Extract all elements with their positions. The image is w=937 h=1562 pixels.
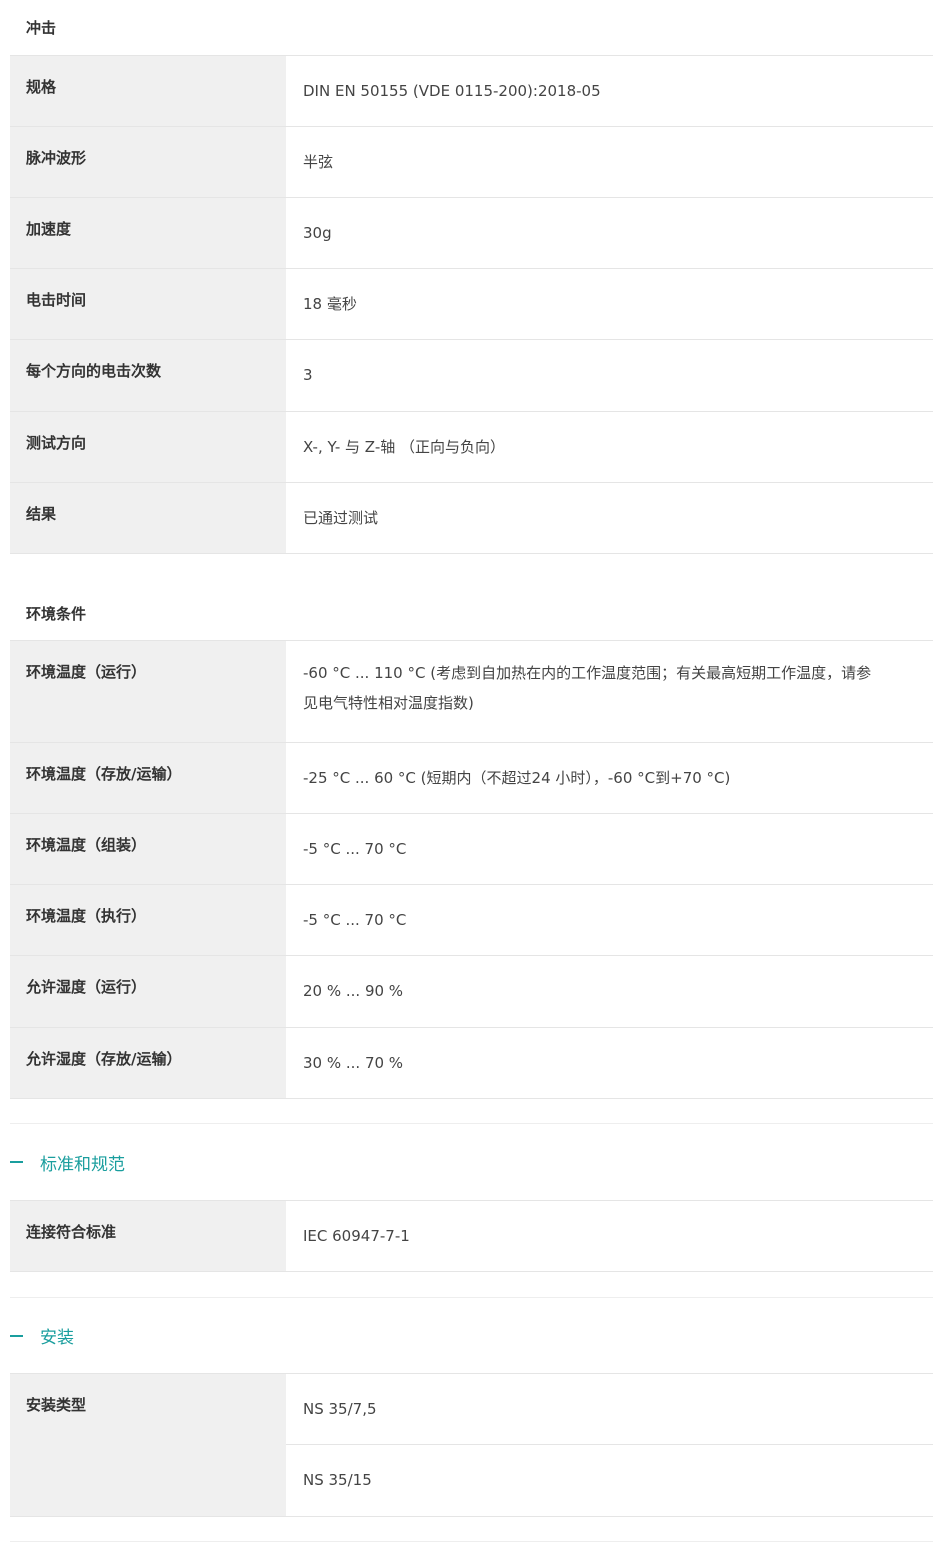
row-value: 20 % ... 90 % — [303, 982, 404, 1000]
shock-table: 规格 DIN EN 50155 (VDE 0115-200):2018-05 脉… — [10, 56, 933, 554]
table-row: 每个方向的电击次数 3 — [10, 340, 933, 412]
row-label: 允许湿度（运行） — [10, 956, 286, 1027]
row-label: 连接符合标准 — [10, 1201, 286, 1271]
environment-group-title: 环境条件 — [10, 586, 933, 641]
row-value: DIN EN 50155 (VDE 0115-200):2018-05 — [303, 82, 601, 100]
spec-page: 冲击 规格 DIN EN 50155 (VDE 0115-200):2018-0… — [0, 0, 937, 1542]
row-label: 允许湿度（存放/运输） — [10, 1028, 286, 1098]
row-label: 脉冲波形 — [10, 127, 286, 197]
table-row: 规格 DIN EN 50155 (VDE 0115-200):2018-05 — [10, 56, 933, 127]
table-row: 加速度 30g — [10, 198, 933, 269]
row-value: 已通过测试 — [303, 509, 379, 527]
row-value: -25 °C ... 60 °C (短期内（不超过24 小时），-60 °C到+… — [303, 769, 731, 787]
environment-table: 环境温度（运行） -60 °C ... 110 °C (考虑到自加热在内的工作温… — [10, 641, 933, 1099]
table-row: 环境温度（组装） -5 °C ... 70 °C — [10, 814, 933, 885]
divider — [10, 1517, 933, 1542]
table-row: 允许湿度（存放/运输） 30 % ... 70 % — [10, 1028, 933, 1099]
collapse-minus-icon[interactable] — [10, 1161, 23, 1163]
row-label: 环境温度（存放/运输） — [10, 743, 286, 813]
row-value: NS 35/7,5 — [286, 1374, 933, 1445]
row-value: 18 毫秒 — [303, 295, 357, 313]
row-label: 电击时间 — [10, 269, 286, 339]
row-label: 安装类型 — [10, 1374, 286, 1516]
standards-title[interactable]: 标准和规范 — [40, 1150, 125, 1175]
table-row: 环境温度（运行） -60 °C ... 110 °C (考虑到自加热在内的工作温… — [10, 641, 933, 743]
row-label: 测试方向 — [10, 412, 286, 482]
row-label: 环境温度（运行） — [10, 641, 286, 742]
table-row: 允许湿度（运行） 20 % ... 90 % — [10, 956, 933, 1028]
row-value: IEC 60947-7-1 — [303, 1227, 410, 1245]
table-row: 脉冲波形 半弦 — [10, 127, 933, 198]
table-row: 测试方向 X-, Y- 与 Z-轴 （正向与负向） — [10, 412, 933, 483]
row-value: 半弦 — [303, 153, 334, 171]
collapse-minus-icon[interactable] — [10, 1334, 23, 1337]
standards-table: 连接符合标准 IEC 60947-7-1 — [10, 1201, 933, 1272]
row-value: 30g — [303, 224, 332, 242]
row-value: 3 — [303, 366, 313, 384]
shock-group-title: 冲击 — [10, 0, 933, 56]
row-label: 每个方向的电击次数 — [10, 340, 286, 411]
row-values: NS 35/7,5 NS 35/15 — [286, 1374, 933, 1516]
row-value-line: -60 °C ... 110 °C (考虑到自加热在内的工作温度范围；有关最高短… — [303, 664, 872, 682]
table-row: 环境温度（执行） -5 °C ... 70 °C — [10, 885, 933, 956]
mounting-table: 安装类型 NS 35/7,5 NS 35/15 — [10, 1374, 933, 1517]
row-label: 结果 — [10, 483, 286, 553]
row-label: 环境温度（组装） — [10, 814, 286, 884]
row-label: 加速度 — [10, 198, 286, 268]
standards-section-toggle[interactable]: 标准和规范 — [10, 1123, 933, 1201]
table-row: 环境温度（存放/运输） -25 °C ... 60 °C (短期内（不超过24 … — [10, 743, 933, 814]
row-value: 30 % ... 70 % — [303, 1054, 404, 1072]
row-value: X-, Y- 与 Z-轴 （正向与负向） — [303, 438, 506, 456]
table-row: 安装类型 NS 35/7,5 NS 35/15 — [10, 1374, 933, 1517]
row-value: NS 35/15 — [303, 1470, 372, 1489]
mounting-title[interactable]: 安装 — [40, 1323, 74, 1348]
row-value: -60 °C ... 110 °C (考虑到自加热在内的工作温度范围；有关最高短… — [286, 641, 933, 742]
row-value: -5 °C ... 70 °C — [303, 911, 407, 929]
environment-title: 环境条件 — [26, 604, 87, 623]
row-value-line: 见电气特性相对温度指数) — [303, 694, 474, 712]
mounting-section-toggle[interactable]: 安装 — [10, 1297, 933, 1374]
shock-title: 冲击 — [26, 19, 57, 37]
row-label: 规格 — [10, 56, 286, 126]
table-row: 连接符合标准 IEC 60947-7-1 — [10, 1201, 933, 1272]
table-row: 电击时间 18 毫秒 — [10, 269, 933, 340]
table-row: 结果 已通过测试 — [10, 483, 933, 554]
row-label: 环境温度（执行） — [10, 885, 286, 955]
row-value: -5 °C ... 70 °C — [303, 840, 407, 858]
